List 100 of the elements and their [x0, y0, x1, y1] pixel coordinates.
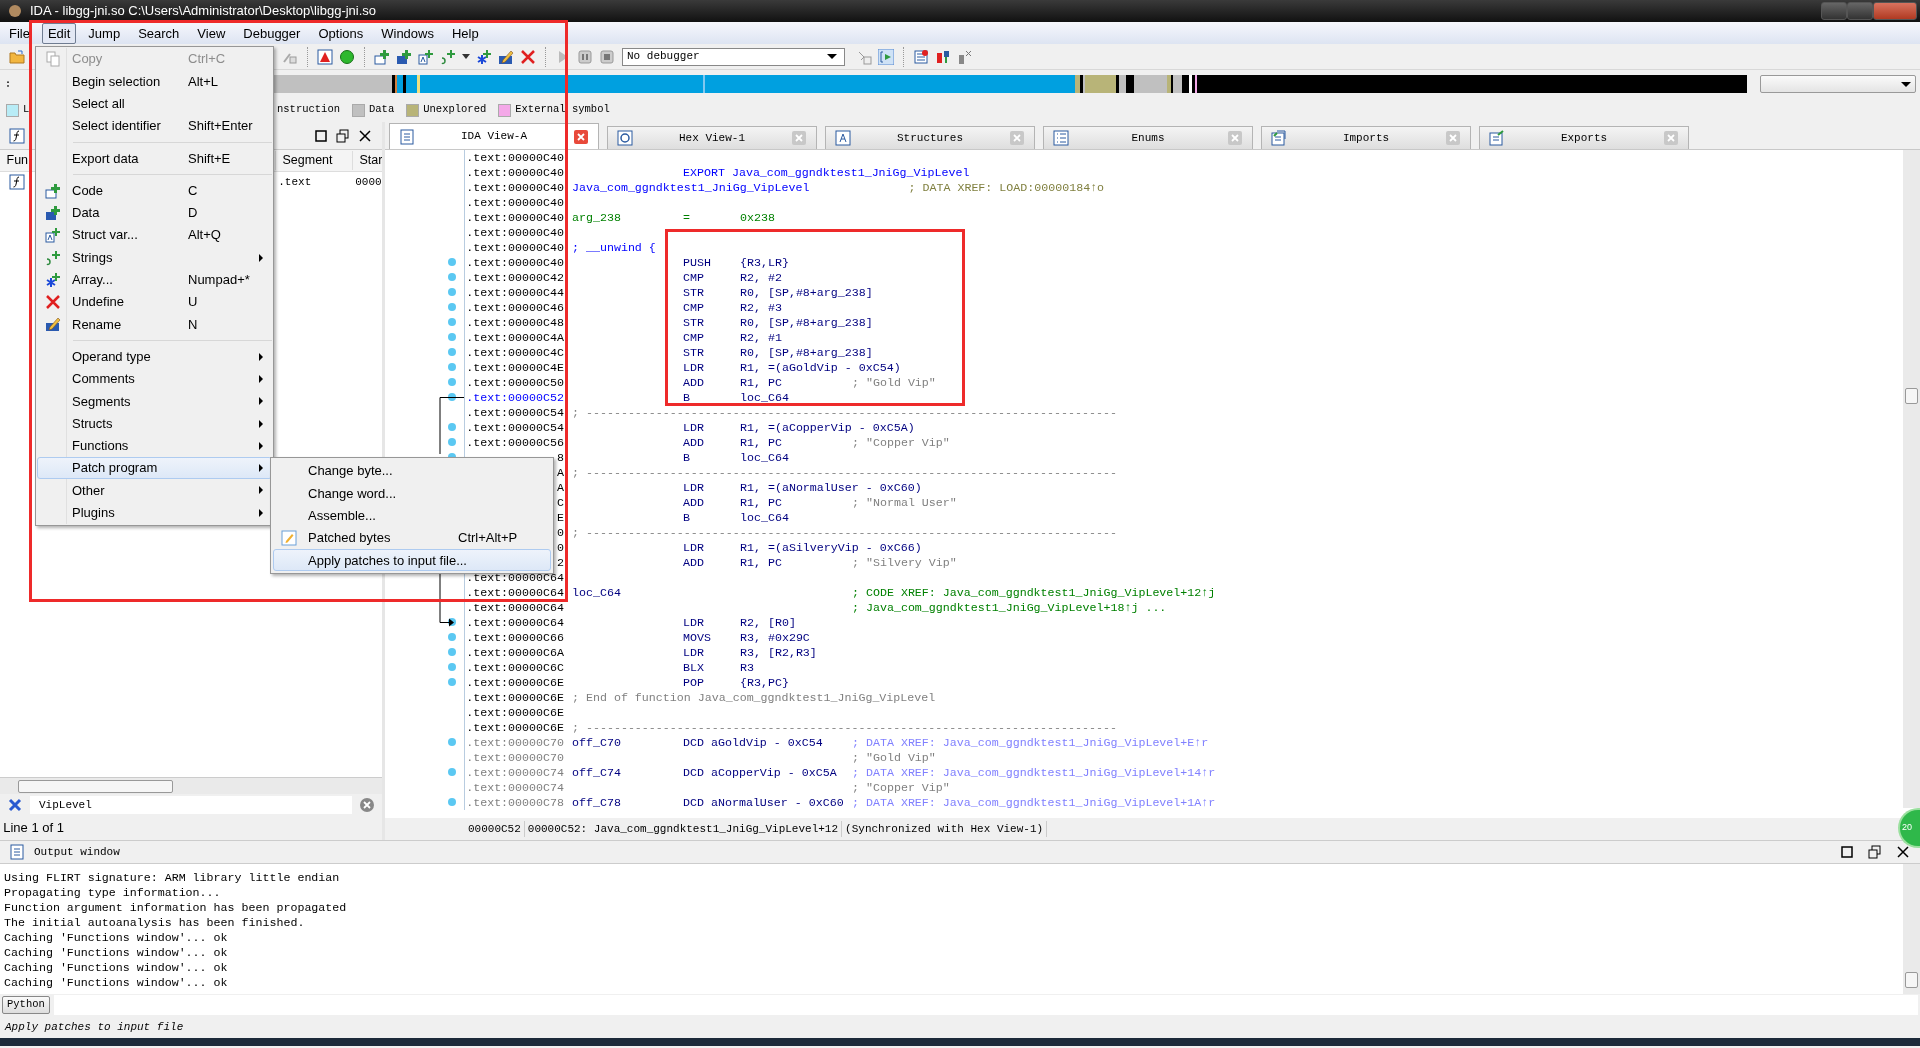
- menu-item[interactable]: Data D: [37, 201, 272, 225]
- navigation-band[interactable]: [274, 75, 1748, 93]
- tab[interactable]: Structures: [825, 126, 1035, 149]
- instruction-operands: aGoldVip - 0xC54: [710, 735, 823, 750]
- address-text: .text:00000C40: [466, 166, 564, 179]
- menu-item[interactable]: Jump: [82, 22, 127, 44]
- comment-text: ; __unwind {: [572, 240, 656, 255]
- menu-item[interactable]: Assemble...: [273, 504, 551, 527]
- menu-item[interactable]: Struct var... Alt+Q: [37, 224, 272, 247]
- menu-item[interactable]: Options: [312, 22, 370, 44]
- comment-text: ; DATA XREF: LOAD:00000184↑o: [908, 180, 1105, 195]
- menu-item[interactable]: Code C: [37, 179, 272, 202]
- menu-item[interactable]: Functions: [37, 434, 272, 458]
- menu-item[interactable]: Export data Shift+E: [37, 147, 272, 170]
- address-text: .text:00000C48: [466, 316, 564, 329]
- restore-icon[interactable]: [335, 127, 351, 144]
- label-text[interactable]: loc_C64: [572, 585, 683, 600]
- tab[interactable]: IDA View-A: [389, 123, 599, 149]
- horizontal-scrollbar[interactable]: [0, 777, 382, 794]
- caret-icon: [1901, 82, 1911, 87]
- menu-item[interactable]: Windows: [375, 22, 440, 44]
- maximize-button[interactable]: [1846, 2, 1873, 20]
- comment-text: ; "Silvery Vip": [852, 555, 957, 570]
- restore-icon[interactable]: [1867, 844, 1883, 860]
- jump-arrow: [439, 573, 454, 627]
- maximize-icon[interactable]: [313, 127, 329, 144]
- menu-item[interactable]: Select all: [37, 92, 272, 115]
- python-button[interactable]: Python: [2, 996, 50, 1014]
- framed-plus-icon[interactable]: [418, 48, 434, 65]
- close-icon[interactable]: [357, 127, 373, 144]
- column-header[interactable]: Star: [352, 151, 382, 170]
- menu-item[interactable]: Change byte...: [273, 460, 551, 483]
- address-text: .text:00000C6C: [466, 661, 564, 674]
- folder-icon[interactable]: [9, 48, 25, 65]
- menu-item[interactable]: Comments: [37, 367, 272, 391]
- close-button[interactable]: [1872, 2, 1917, 20]
- quote-plus-icon[interactable]: [440, 48, 456, 65]
- menu-item[interactable]: Debugger: [237, 22, 307, 44]
- label-text[interactable]: Java_com_ggndktest1_JniGg_VipLevel: [572, 180, 810, 195]
- maximize-icon[interactable]: [1839, 844, 1855, 860]
- menu-item[interactable]: Apply patches to input file...: [273, 549, 551, 572]
- menu-item[interactable]: Edit: [41, 22, 77, 44]
- vertical-scrollbar[interactable]: [1903, 150, 1920, 808]
- circle-icon[interactable]: [339, 48, 355, 65]
- menu-item[interactable]: Patched bytes Ctrl+Alt+P: [273, 526, 551, 550]
- menu-item[interactable]: Other: [37, 479, 272, 502]
- vertical-scrollbar[interactable]: [1903, 864, 1920, 994]
- close-icon[interactable]: [1895, 844, 1911, 860]
- pause-icon[interactable]: [577, 48, 593, 65]
- pencil-icon[interactable]: [498, 48, 514, 65]
- output-line: Function argument information has been propagated: [4, 900, 348, 915]
- menu-item[interactable]: Plugins: [37, 501, 272, 524]
- debugger-select[interactable]: No debugger: [622, 47, 845, 66]
- menu-item[interactable]: Segments: [37, 390, 272, 413]
- menu-item[interactable]: Strings: [37, 246, 272, 269]
- asterisk-plus-icon[interactable]: [476, 48, 492, 65]
- label-text[interactable]: off_C74: [572, 765, 683, 780]
- label-text[interactable]: off_C78: [572, 795, 683, 810]
- menu-item[interactable]: Structs: [37, 412, 272, 435]
- menu-item[interactable]: Undefine U: [37, 290, 272, 314]
- comment-text: ; "Copper Vip": [852, 435, 950, 450]
- status-text: 00000C52: Java_com_ggndktest1_JniGg_VipLevel+12: [524, 820, 843, 838]
- tab[interactable]: Hex View-1: [607, 126, 817, 149]
- tab[interactable]: Enums: [1043, 126, 1253, 149]
- cross-icon[interactable]: [520, 48, 536, 65]
- tool-cross-icon[interactable]: [957, 48, 973, 65]
- menu-item[interactable]: Help: [446, 22, 485, 44]
- menu-item[interactable]: Rename N: [37, 313, 272, 336]
- menu-item[interactable]: File: [3, 22, 36, 44]
- comment-text: ; DATA XREF: Java_com_ggndktest1_JniGg_VipLevel+1A↑r: [852, 795, 1216, 810]
- minimize-button[interactable]: [1820, 2, 1847, 20]
- menu-item[interactable]: Begin selection Alt+L: [37, 70, 272, 93]
- menu-item[interactable]: Array... Numpad+*: [37, 268, 272, 291]
- menu-item[interactable]: Patch program: [37, 457, 272, 480]
- column-header[interactable]: Segment: [275, 151, 352, 170]
- segment-select[interactable]: [1760, 75, 1916, 93]
- menu-item[interactable]: Select identifier Shift+Enter: [37, 114, 272, 138]
- filter-cross-icon[interactable]: [7, 797, 23, 813]
- caret-icon[interactable]: [462, 54, 470, 59]
- menu-item[interactable]: Change word...: [273, 482, 551, 505]
- address-text: 0: [557, 541, 564, 554]
- menu-item[interactable]: View: [191, 22, 232, 44]
- cross-icon: [45, 294, 61, 311]
- tab[interactable]: Imports: [1261, 126, 1471, 149]
- label-text[interactable]: arg_238: [572, 210, 683, 225]
- output-line: Using FLIRT signature: ARM library little endian: [4, 870, 341, 885]
- instruction-operands: R1, PC: [740, 555, 782, 570]
- menu-item[interactable]: Search: [132, 22, 186, 44]
- box-plus-icon[interactable]: [374, 48, 390, 65]
- filled-box-plus-icon[interactable]: [396, 48, 412, 65]
- list-icon[interactable]: [913, 48, 929, 65]
- stop-icon[interactable]: [599, 48, 615, 65]
- bracket-arrow-icon[interactable]: [878, 48, 894, 65]
- warning-icon[interactable]: [317, 48, 333, 65]
- caret-icon: [827, 54, 837, 59]
- clear-icon[interactable]: [359, 797, 375, 813]
- filter-field[interactable]: VipLevel: [30, 796, 352, 814]
- tab[interactable]: Exports: [1479, 126, 1689, 149]
- menu-item[interactable]: Operand type: [37, 345, 272, 368]
- label-text[interactable]: off_C70: [572, 735, 683, 750]
